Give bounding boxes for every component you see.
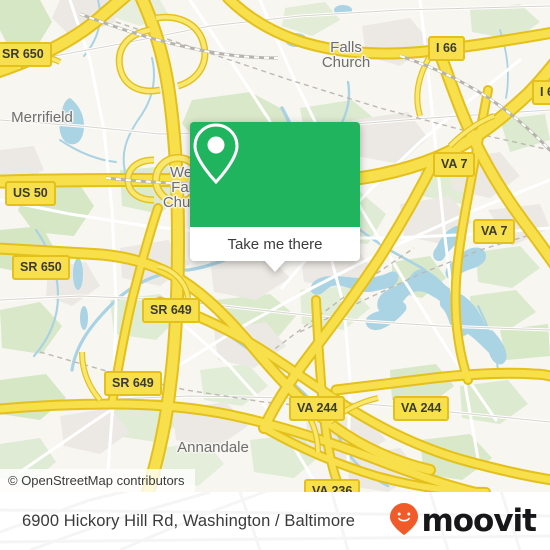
shield-va-7-south[interactable]: VA 7: [473, 219, 516, 244]
shield-va-7-north[interactable]: VA 7: [433, 152, 476, 177]
shield-sr-649-north[interactable]: SR 649: [142, 298, 200, 323]
shield-i-66-east[interactable]: I 66: [532, 80, 550, 105]
popup-header: [190, 122, 360, 227]
map-canvas[interactable]: Falls Church Merrifield West Falls Churc…: [0, 0, 550, 492]
moovit-wordmark: moovit: [421, 502, 537, 539]
map-screenshot: Falls Church Merrifield West Falls Churc…: [0, 0, 550, 550]
osm-attribution[interactable]: © OpenStreetMap contributors: [0, 469, 195, 492]
shield-va-244-east[interactable]: VA 244: [393, 396, 450, 421]
shield-us-50[interactable]: US 50: [5, 181, 56, 206]
shield-sr-649-south[interactable]: SR 649: [104, 371, 162, 396]
moovit-pin-smiley-icon: [389, 502, 419, 541]
moovit-logo[interactable]: moovit: [389, 502, 537, 541]
address-label: 6900 Hickory Hill Rd, Washington / Balti…: [22, 511, 355, 530]
footer-bar: 6900 Hickory Hill Rd, Washington / Balti…: [0, 492, 550, 550]
shield-i-66[interactable]: I 66: [428, 36, 465, 61]
location-popup-card[interactable]: Take me there: [190, 122, 360, 272]
shield-sr-650-north[interactable]: SR 650: [0, 42, 52, 67]
take-me-there-button[interactable]: Take me there: [190, 227, 360, 272]
take-me-there-label: Take me there: [227, 235, 323, 253]
shield-va-236[interactable]: VA 236: [304, 479, 361, 492]
shield-sr-650-south[interactable]: SR 650: [12, 255, 70, 280]
popup-tail: [264, 260, 286, 272]
shield-va-244-west[interactable]: VA 244: [289, 396, 346, 421]
